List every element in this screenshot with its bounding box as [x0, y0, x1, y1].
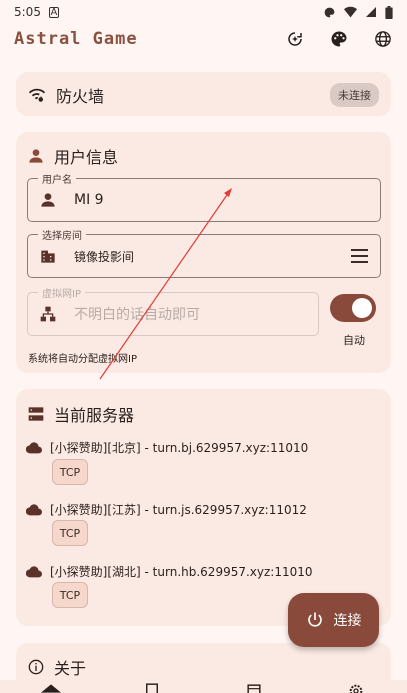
connect-label: 连接 — [333, 613, 362, 629]
status-time: 5:05 — [14, 5, 41, 19]
wifi-fire-icon — [28, 88, 46, 102]
toggle-knob — [352, 298, 372, 318]
about-title: 关于 — [54, 659, 87, 678]
app-bar: Astral Game — [0, 24, 407, 54]
virtual-ip-label: 虚拟网IP — [38, 285, 85, 300]
room-label: 选择房间 — [38, 227, 86, 242]
room-select[interactable]: 选择房间 镜像投影间 — [27, 227, 381, 278]
firewall-title: 防火墙 — [56, 87, 105, 106]
server-item[interactable]: [小探赞助][北京] - turn.bj.629957.xyz:11010 — [26, 439, 308, 456]
network-icon — [40, 306, 56, 322]
auto-toggle-label: 自动 — [343, 334, 365, 347]
notification-icon: A — [48, 6, 59, 18]
server-icon — [28, 407, 44, 421]
signal-icon — [366, 7, 376, 17]
cloud-icon — [26, 503, 42, 515]
virtual-ip-placeholder: 不明白的话自动即可 — [74, 307, 200, 323]
theme-button[interactable] — [285, 29, 305, 49]
auto-ip-hint: 系统将自动分配虚拟网IP — [28, 354, 137, 365]
connection-status-badge: 未连接 — [330, 83, 379, 107]
username-label: 用户名 — [38, 171, 76, 186]
room-value: 镜像投影间 — [74, 249, 135, 264]
user-info-title: 用户信息 — [54, 148, 119, 167]
status-bar: 5:05 A — [0, 0, 407, 24]
protocol-chip[interactable]: TCP — [52, 520, 88, 546]
power-icon — [307, 612, 322, 627]
palette-icon — [331, 31, 347, 47]
globe-icon — [375, 31, 391, 47]
menu-icon[interactable] — [351, 249, 368, 263]
bookmark-icon[interactable] — [145, 683, 159, 693]
wifi-icon — [344, 6, 357, 18]
server-name: [小探赞助][湖北] - turn.hb.629957.xyz:11010 — [50, 565, 313, 579]
auto-ip-toggle[interactable] — [330, 294, 376, 322]
server-name: [小探赞助][北京] - turn.bj.629957.xyz:11010 — [50, 441, 309, 455]
bottom-navigation — [0, 680, 407, 693]
palette-button[interactable] — [329, 29, 349, 49]
person-icon — [29, 149, 43, 163]
settings-nav-icon[interactable] — [347, 683, 365, 693]
server-item[interactable]: [小探赞助][湖北] - turn.hb.629957.xyz:11010 — [26, 563, 313, 580]
protocol-chip[interactable]: TCP — [52, 582, 88, 608]
cloud-icon — [26, 565, 42, 577]
sparkle-cycle-icon — [288, 32, 302, 46]
info-icon — [28, 659, 44, 675]
username-field[interactable]: 用户名 MI 9 — [27, 171, 381, 222]
battery-icon — [385, 5, 393, 19]
virtual-ip-field[interactable]: 虚拟网IP 不明白的话自动即可 — [27, 285, 319, 336]
firewall-card[interactable]: 防火墙 未连接 — [16, 72, 391, 116]
cloud-icon — [26, 441, 42, 453]
list-icon[interactable] — [245, 684, 263, 693]
home-icon[interactable] — [41, 684, 61, 693]
app-title: Astral Game — [14, 29, 138, 49]
language-button[interactable] — [373, 29, 393, 49]
servers-title: 当前服务器 — [54, 406, 135, 425]
username-value: MI 9 — [74, 192, 104, 208]
server-item[interactable]: [小探赞助][江苏] - turn.js.629957.xyz:11012 — [26, 501, 307, 518]
building-icon — [41, 250, 55, 263]
protocol-chip[interactable]: TCP — [52, 459, 88, 485]
server-name: [小探赞助][江苏] - turn.js.629957.xyz:11012 — [50, 503, 307, 517]
person-icon — [41, 193, 55, 207]
servers-card: 当前服务器 [小探赞助][北京] - turn.bj.629957.xyz:11… — [16, 389, 391, 626]
connect-button[interactable]: 连接 — [288, 593, 379, 647]
user-info-card: 用户信息 用户名 MI 9 选择房间 镜像投影间 虚拟网IP 不明白的话自动即可… — [16, 132, 391, 373]
settings-icon — [324, 7, 335, 17]
